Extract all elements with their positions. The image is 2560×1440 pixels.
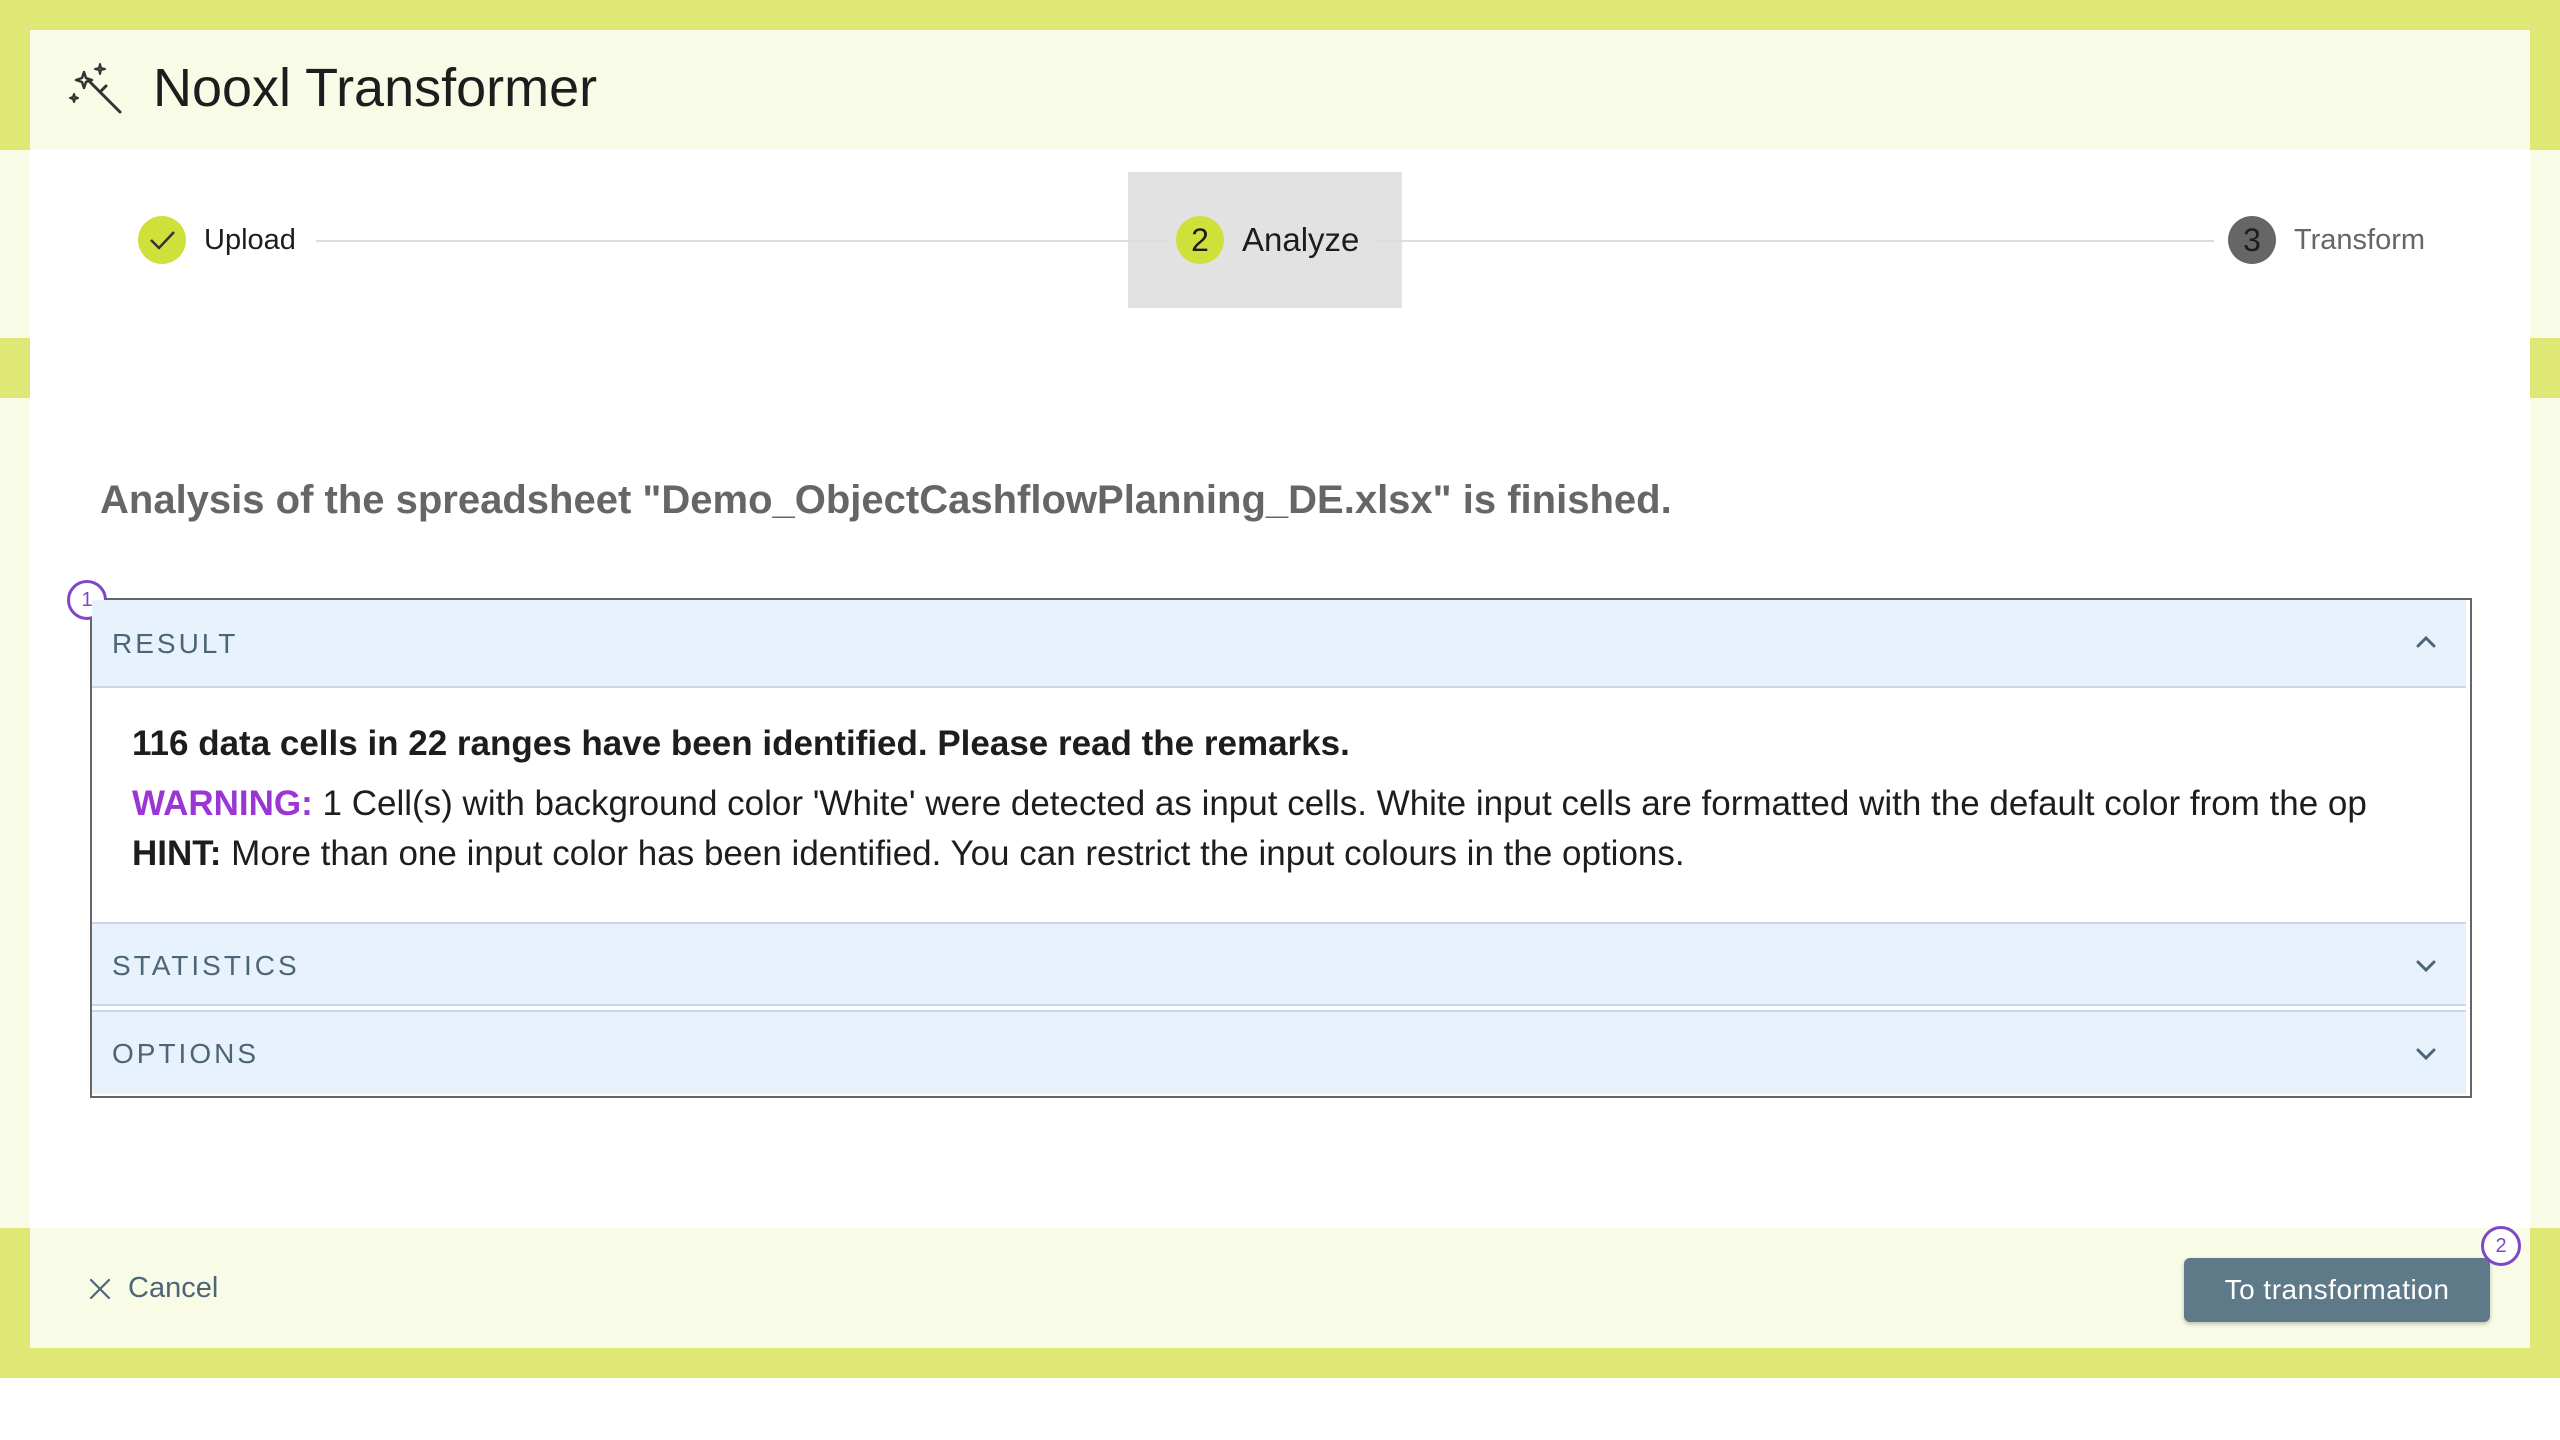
magic-wand-icon (69, 63, 122, 114)
chevron-down-icon (2416, 960, 2436, 973)
accordion-result-header[interactable]: RESULT (92, 600, 2466, 688)
analysis-title: Analysis of the spreadsheet "Demo_Object… (100, 478, 1672, 522)
warning-text: 1 Cell(s) with background color 'White' … (312, 784, 2367, 823)
hint-label: HINT: (132, 834, 222, 873)
check-icon (138, 216, 186, 264)
chevron-up-icon (2416, 635, 2436, 648)
cancel-button[interactable]: Cancel (88, 1272, 218, 1305)
hint-text: More than one input color has been ident… (221, 834, 1685, 873)
page-background (0, 1378, 2560, 1440)
step-upload[interactable]: Upload (138, 216, 296, 264)
frame-side (2530, 398, 2560, 1228)
result-warning: WARNING: 1 Cell(s) with background color… (132, 784, 2367, 824)
step-label: Analyze (1242, 221, 1360, 258)
step-connector (1374, 240, 2214, 242)
step-analyze[interactable]: 2 Analyze (1176, 216, 1359, 264)
frame-side (0, 150, 30, 338)
close-icon (89, 1278, 111, 1299)
accordion-title: OPTIONS (112, 1038, 260, 1069)
chevron-down-icon (2416, 1048, 2436, 1061)
step-label: Upload (204, 223, 296, 256)
result-hint: HINT: More than one input color has been… (132, 834, 1685, 874)
accordion-title: STATISTICS (112, 950, 300, 981)
step-connector (316, 240, 1166, 242)
accordion-title: RESULT (112, 628, 239, 659)
to-transformation-button[interactable]: To transformation (2184, 1258, 2490, 1322)
step-number: 2 (1176, 216, 1224, 264)
step-label: Transform (2294, 223, 2426, 256)
dialog-footer: Cancel To transformation (30, 1228, 2530, 1348)
step-number: 3 (2228, 216, 2276, 264)
step-transform[interactable]: 3 Transform (2228, 216, 2425, 264)
app-title: Nooxl Transformer (153, 58, 598, 118)
accordion-result-body: 116 data cells in 22 ranges have been id… (92, 688, 2466, 922)
cancel-label: Cancel (128, 1272, 219, 1304)
frame-side (2530, 150, 2560, 338)
step-badge: 2 (2481, 1226, 2521, 1266)
accordion-options-header[interactable]: OPTIONS (92, 1010, 2466, 1094)
frame-side (0, 398, 30, 1228)
dialog-header: Nooxl Transformer (30, 30, 2530, 150)
accordion-statistics-header[interactable]: STATISTICS (92, 922, 2466, 1006)
warning-label: WARNING: (132, 784, 313, 823)
result-summary: 116 data cells in 22 ranges have been id… (132, 724, 1350, 763)
